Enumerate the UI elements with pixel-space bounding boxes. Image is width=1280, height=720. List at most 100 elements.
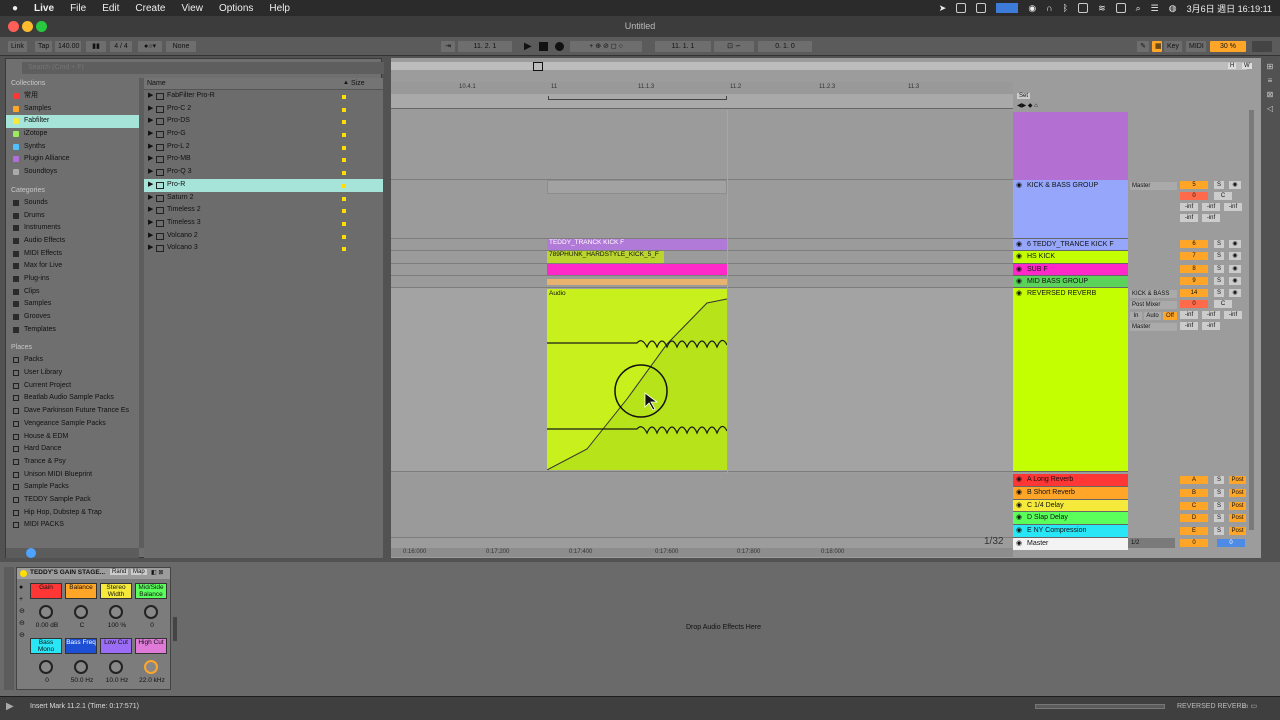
overview-bar[interactable] — [391, 62, 1247, 71]
arm-button[interactable]: ◉ — [1229, 289, 1241, 297]
solo-button[interactable]: S — [1214, 514, 1224, 523]
post-button[interactable]: Post — [1229, 527, 1246, 536]
place-item[interactable]: Packs — [6, 354, 139, 367]
monitor-off-button[interactable]: Off — [1163, 312, 1177, 320]
file-row[interactable]: ▶ Timeless 2 — [144, 204, 383, 217]
category-item[interactable]: Sounds — [6, 197, 139, 210]
return-track-header[interactable]: ◉ D Slap Delay — [1013, 512, 1128, 526]
pan-field[interactable]: C — [1214, 192, 1232, 200]
record-status-icon[interactable] — [956, 3, 967, 13]
solo-button[interactable]: S — [1214, 289, 1224, 297]
size-column-header[interactable]: Size — [351, 80, 365, 87]
menu-app[interactable]: Live — [26, 3, 62, 14]
track-lane[interactable] — [391, 264, 1014, 276]
track-lane[interactable]: TEDDY_TRANCK KICK F — [391, 239, 1014, 251]
wifi-icon[interactable]: ≋ — [1098, 3, 1106, 14]
collection-item[interactable]: iZotope — [6, 128, 139, 141]
post-button[interactable]: Post — [1229, 501, 1246, 510]
control-center-icon[interactable]: ☰ — [1151, 3, 1159, 14]
track-lane[interactable] — [391, 276, 1014, 288]
tempo-nudge-icon[interactable]: ▮▮ — [86, 41, 106, 52]
return-track-header[interactable]: ◉ B Short Reverb — [1013, 486, 1128, 500]
collection-item[interactable]: Samples — [6, 103, 139, 116]
macro-label-button[interactable]: Low Cut — [100, 638, 132, 654]
send-level[interactable]: -inf — [1180, 311, 1198, 319]
place-item[interactable]: Unison MIDI Blueprint — [6, 469, 139, 482]
rand-button[interactable]: Rand — [110, 569, 129, 575]
midi-clip[interactable]: TEDDY_TRANCK KICK F — [547, 239, 727, 250]
grid-size-label[interactable]: 1/32 — [984, 536, 1003, 547]
send-level[interactable]: -inf — [1180, 322, 1198, 330]
menu-create[interactable]: Create — [127, 3, 173, 14]
overview-position-icon[interactable] — [533, 62, 543, 71]
link-button[interactable]: Link — [8, 41, 27, 52]
track-lane[interactable] — [391, 180, 1014, 239]
track-activator-icon[interactable]: ◉ — [1016, 181, 1022, 189]
solo-button[interactable]: S — [1214, 476, 1224, 484]
tap-button[interactable]: Tap — [35, 41, 53, 52]
search-icon[interactable]: ⌕ — [1136, 3, 1141, 14]
track-activator-icon[interactable]: ◉ — [1016, 475, 1022, 483]
sort-icon[interactable]: ▲ — [343, 80, 349, 86]
track-activator-icon[interactable]: ◉ — [1016, 277, 1022, 285]
send-level[interactable]: -inf — [1180, 203, 1198, 211]
solo-button[interactable]: S — [1214, 265, 1224, 273]
return-track-header[interactable]: ◉ C 1/4 Delay — [1013, 499, 1128, 513]
return-track-header[interactable]: ◉ E NY Compression — [1013, 525, 1128, 538]
send-level[interactable]: -inf — [1224, 311, 1242, 319]
key-map-button[interactable]: Key — [1164, 41, 1182, 52]
category-item[interactable]: MIDI Effects — [6, 248, 139, 261]
siri-icon[interactable]: ◍ — [1169, 3, 1177, 14]
track-header[interactable] — [1013, 112, 1128, 180]
arm-button[interactable]: ◉ — [1229, 277, 1241, 285]
send-level[interactable]: -inf — [1202, 322, 1220, 330]
track-activator-icon[interactable]: ◉ — [1016, 240, 1022, 248]
send-level[interactable]: -inf — [1202, 203, 1220, 211]
file-row[interactable]: ▶ FabFilter Pro-R — [144, 90, 383, 103]
arm-button[interactable]: ◉ — [1229, 181, 1241, 189]
post-button[interactable]: Post — [1229, 514, 1246, 523]
category-item[interactable]: Instruments — [6, 222, 139, 235]
rack-resize-handle[interactable] — [173, 617, 177, 641]
track-volume[interactable]: 0 — [1180, 192, 1208, 200]
macro-knob[interactable] — [39, 660, 53, 674]
track-activator-icon[interactable]: ◉ — [1016, 539, 1022, 547]
stop-button[interactable] — [539, 42, 548, 51]
expand-icon[interactable]: ▶ — [148, 230, 153, 243]
track-number[interactable]: 6 — [1180, 240, 1208, 248]
track-header[interactable]: ◉ SUB F — [1013, 264, 1128, 276]
drop-effects-hint[interactable]: Drop Audio Effects Here — [686, 624, 761, 631]
macro-label-button[interactable]: Bass Mono — [30, 638, 62, 654]
expand-icon[interactable]: ▶ — [148, 103, 153, 116]
macro-label-button[interactable]: High Cut — [135, 638, 167, 654]
return-track-header[interactable]: ◉ A Long Reverb — [1013, 474, 1128, 487]
send-level[interactable]: -inf — [1224, 203, 1242, 211]
track-header[interactable]: ◉ 6 TEDDY_TRANCE KICK F — [1013, 239, 1128, 251]
track-activator-icon[interactable]: ◉ — [1016, 501, 1022, 509]
solo-button[interactable]: S — [1214, 277, 1224, 285]
solo-button[interactable]: S — [1214, 527, 1224, 536]
headphones-icon[interactable]: ∩ — [1046, 3, 1052, 13]
output-routing-select[interactable]: Master — [1130, 182, 1177, 190]
macro-label-button[interactable]: Balance — [65, 583, 97, 599]
category-item[interactable]: Plug-ins — [6, 273, 139, 286]
audio-clip[interactable]: 789PHUNK_HARDSTYLE_KICK_5_F — [547, 251, 664, 263]
collection-item[interactable]: Plugin Alliance — [6, 153, 139, 166]
loop-brace[interactable] — [548, 96, 727, 100]
header-w-button[interactable]: W — [1242, 63, 1252, 69]
file-row[interactable]: ▶ Saturn 2 — [144, 192, 383, 205]
expand-icon[interactable]: ▶ — [148, 115, 153, 128]
pan-field[interactable]: C — [1214, 300, 1232, 308]
menu-view[interactable]: View — [173, 3, 211, 14]
return-letter[interactable]: C — [1180, 501, 1208, 510]
macro-knob[interactable] — [144, 660, 158, 674]
track-header[interactable]: ◉ REVERSED REVERB — [1013, 288, 1128, 472]
mid-bass-clip[interactable] — [547, 279, 727, 285]
return-letter[interactable]: D — [1180, 514, 1208, 523]
expand-icon[interactable]: ▶ — [148, 141, 153, 154]
expand-icon[interactable]: ▶ — [148, 217, 153, 230]
file-row[interactable]: ▶ Volcano 3 — [144, 242, 383, 255]
track-lane[interactable] — [391, 112, 1014, 180]
beat-ruler[interactable]: 10.4.1 11 11.1.3 11.2 11.2.3 11.3 — [391, 82, 1013, 94]
loop-brace-area[interactable] — [391, 94, 1013, 109]
